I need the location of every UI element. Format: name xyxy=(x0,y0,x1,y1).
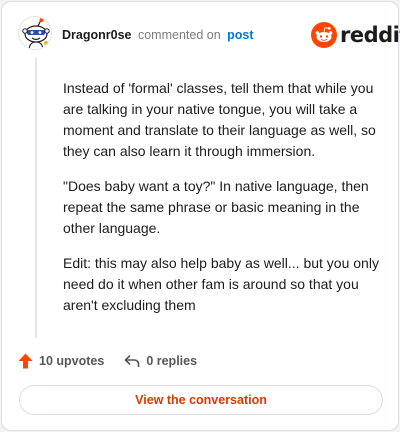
comment-header: Dragonr0se commented on post reddit xyxy=(2,2,400,66)
comment-paragraph-3: Edit: this may also help baby as well...… xyxy=(63,255,379,313)
reply-count: 0 replies xyxy=(146,354,198,368)
comment-card: Dragonr0se commented on post reddit Inst… xyxy=(1,1,400,431)
comment-meta: Dragonr0se commented on post xyxy=(62,28,254,42)
upvote-arrow-icon xyxy=(18,353,33,369)
reply-arrow-icon xyxy=(125,354,140,367)
username-link[interactable]: Dragonr0se xyxy=(62,28,131,42)
comment-paragraph-1: Instead of 'formal' classes, tell them t… xyxy=(63,80,376,159)
reddit-brand[interactable]: reddit xyxy=(311,22,400,48)
user-avatar-icon[interactable] xyxy=(18,16,52,50)
comment-actions: 10 upvotes 0 replies xyxy=(18,350,197,372)
reddit-wordmark: reddit xyxy=(340,23,400,47)
reddit-alien-icon xyxy=(311,22,337,48)
reply-button[interactable]: 0 replies xyxy=(124,354,197,368)
thread-line xyxy=(35,58,37,338)
action-text: commented on xyxy=(137,28,221,42)
upvote-count: 10 upvotes xyxy=(39,354,105,368)
view-conversation-button[interactable]: View the conversation xyxy=(19,385,383,415)
comment-paragraph-2: "Does baby want a toy?" In native langua… xyxy=(63,178,369,236)
post-link[interactable]: post xyxy=(227,28,253,42)
upvote-button[interactable]: 10 upvotes xyxy=(18,353,104,369)
comment-body: Instead of 'formal' classes, tell them t… xyxy=(63,78,383,330)
